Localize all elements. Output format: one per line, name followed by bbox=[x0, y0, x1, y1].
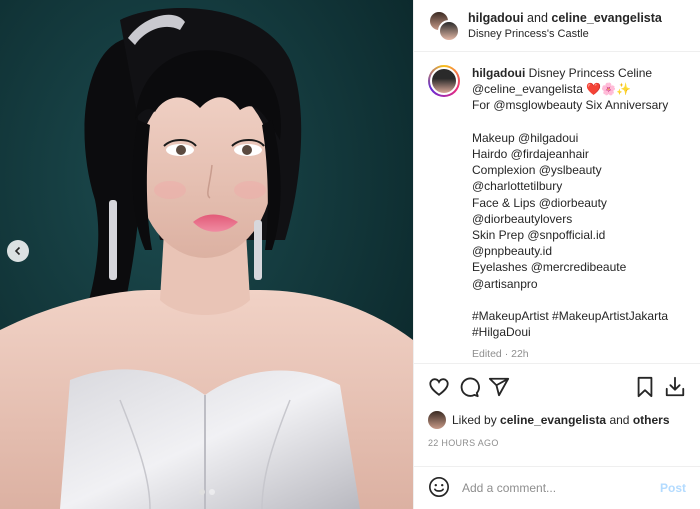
edited-timestamp: Edited · 22h bbox=[472, 348, 529, 361]
share-icon bbox=[488, 377, 510, 396]
caption-section: hilgadoui Disney Princess Celine @celine… bbox=[414, 53, 700, 363]
credit-line: @charlottetilbury bbox=[472, 179, 563, 194]
heart-icon bbox=[429, 377, 449, 396]
carousel-dot bbox=[208, 489, 215, 495]
credit-line: Makeup @hilgadoui bbox=[472, 130, 579, 145]
post-header: hilgadoui and celine_evangelista Disney … bbox=[414, 0, 700, 52]
download-icon bbox=[665, 376, 685, 396]
bookmark-icon bbox=[637, 376, 653, 397]
header-joiner: and bbox=[527, 10, 548, 25]
caption-mention[interactable]: @celine_evangelista bbox=[472, 82, 583, 96]
comment-icon bbox=[460, 377, 480, 397]
hashtags-line: #HilgaDoui bbox=[472, 325, 531, 340]
post-comment-button[interactable]: Post bbox=[660, 481, 686, 495]
caption-title: Disney Princess Celine bbox=[528, 66, 653, 80]
comment-form: Post bbox=[414, 466, 700, 509]
hashtags-line: #MakeupArtist #MakeupArtistJakarta bbox=[472, 309, 669, 324]
save-button[interactable] bbox=[630, 372, 660, 402]
likes-prefix: Liked by bbox=[452, 413, 497, 427]
portrait-illustration bbox=[0, 0, 413, 509]
comment-input[interactable] bbox=[462, 481, 660, 495]
emoji-button[interactable] bbox=[428, 476, 450, 501]
chevron-left-icon bbox=[14, 246, 21, 256]
likes-others-link[interactable]: others bbox=[633, 413, 670, 427]
avatar[interactable] bbox=[428, 65, 460, 97]
collaborator-username[interactable]: celine_evangelista bbox=[551, 11, 661, 25]
carousel-dot bbox=[198, 489, 205, 495]
post-side-panel: hilgadoui and celine_evangelista Disney … bbox=[413, 0, 700, 509]
collab-avatars[interactable] bbox=[428, 9, 460, 42]
caption-text: hilgadoui Disney Princess Celine @celine… bbox=[472, 65, 668, 363]
emoji-icon bbox=[429, 476, 449, 497]
post-image[interactable] bbox=[0, 0, 413, 509]
avatar bbox=[438, 19, 460, 42]
like-button[interactable] bbox=[424, 372, 454, 402]
credit-line: Eyelashes @mercredibeaute bbox=[472, 260, 627, 275]
comment-button[interactable] bbox=[454, 372, 484, 402]
share-button[interactable] bbox=[484, 372, 514, 402]
credit-line: @artisanpro bbox=[472, 276, 538, 291]
previous-image-button[interactable] bbox=[7, 240, 29, 262]
caption-emoji: ❤️🌸✨ bbox=[586, 82, 632, 97]
avatar[interactable] bbox=[428, 411, 446, 429]
author-username[interactable]: hilgadoui bbox=[468, 11, 524, 25]
credit-line: Face & Lips @diorbeauty bbox=[472, 195, 607, 210]
post-timestamp[interactable]: 22 HOURS AGO bbox=[428, 438, 499, 448]
carousel-indicator bbox=[0, 489, 413, 495]
location-link[interactable]: Disney Princess's Castle bbox=[468, 27, 662, 42]
credit-line: Skin Prep @snpofficial.id bbox=[472, 228, 606, 243]
credit-line: Complexion @yslbeauty bbox=[472, 163, 602, 178]
action-bar bbox=[414, 363, 700, 409]
caption-line: For @msglowbeauty Six Anniversary bbox=[472, 98, 669, 113]
likes-summary: Liked by celine_evangelista and others bbox=[428, 411, 670, 429]
caption-username[interactable]: hilgadoui bbox=[472, 66, 525, 80]
download-button[interactable] bbox=[660, 372, 690, 402]
credit-line: Hairdo @firdajeanhair bbox=[472, 147, 589, 161]
credit-line: @diorbeautylovers bbox=[472, 211, 573, 226]
likes-joiner: and bbox=[609, 413, 630, 427]
credit-line: @pnpbeauty.id bbox=[472, 244, 553, 259]
liked-by-username[interactable]: celine_evangelista bbox=[500, 413, 606, 427]
